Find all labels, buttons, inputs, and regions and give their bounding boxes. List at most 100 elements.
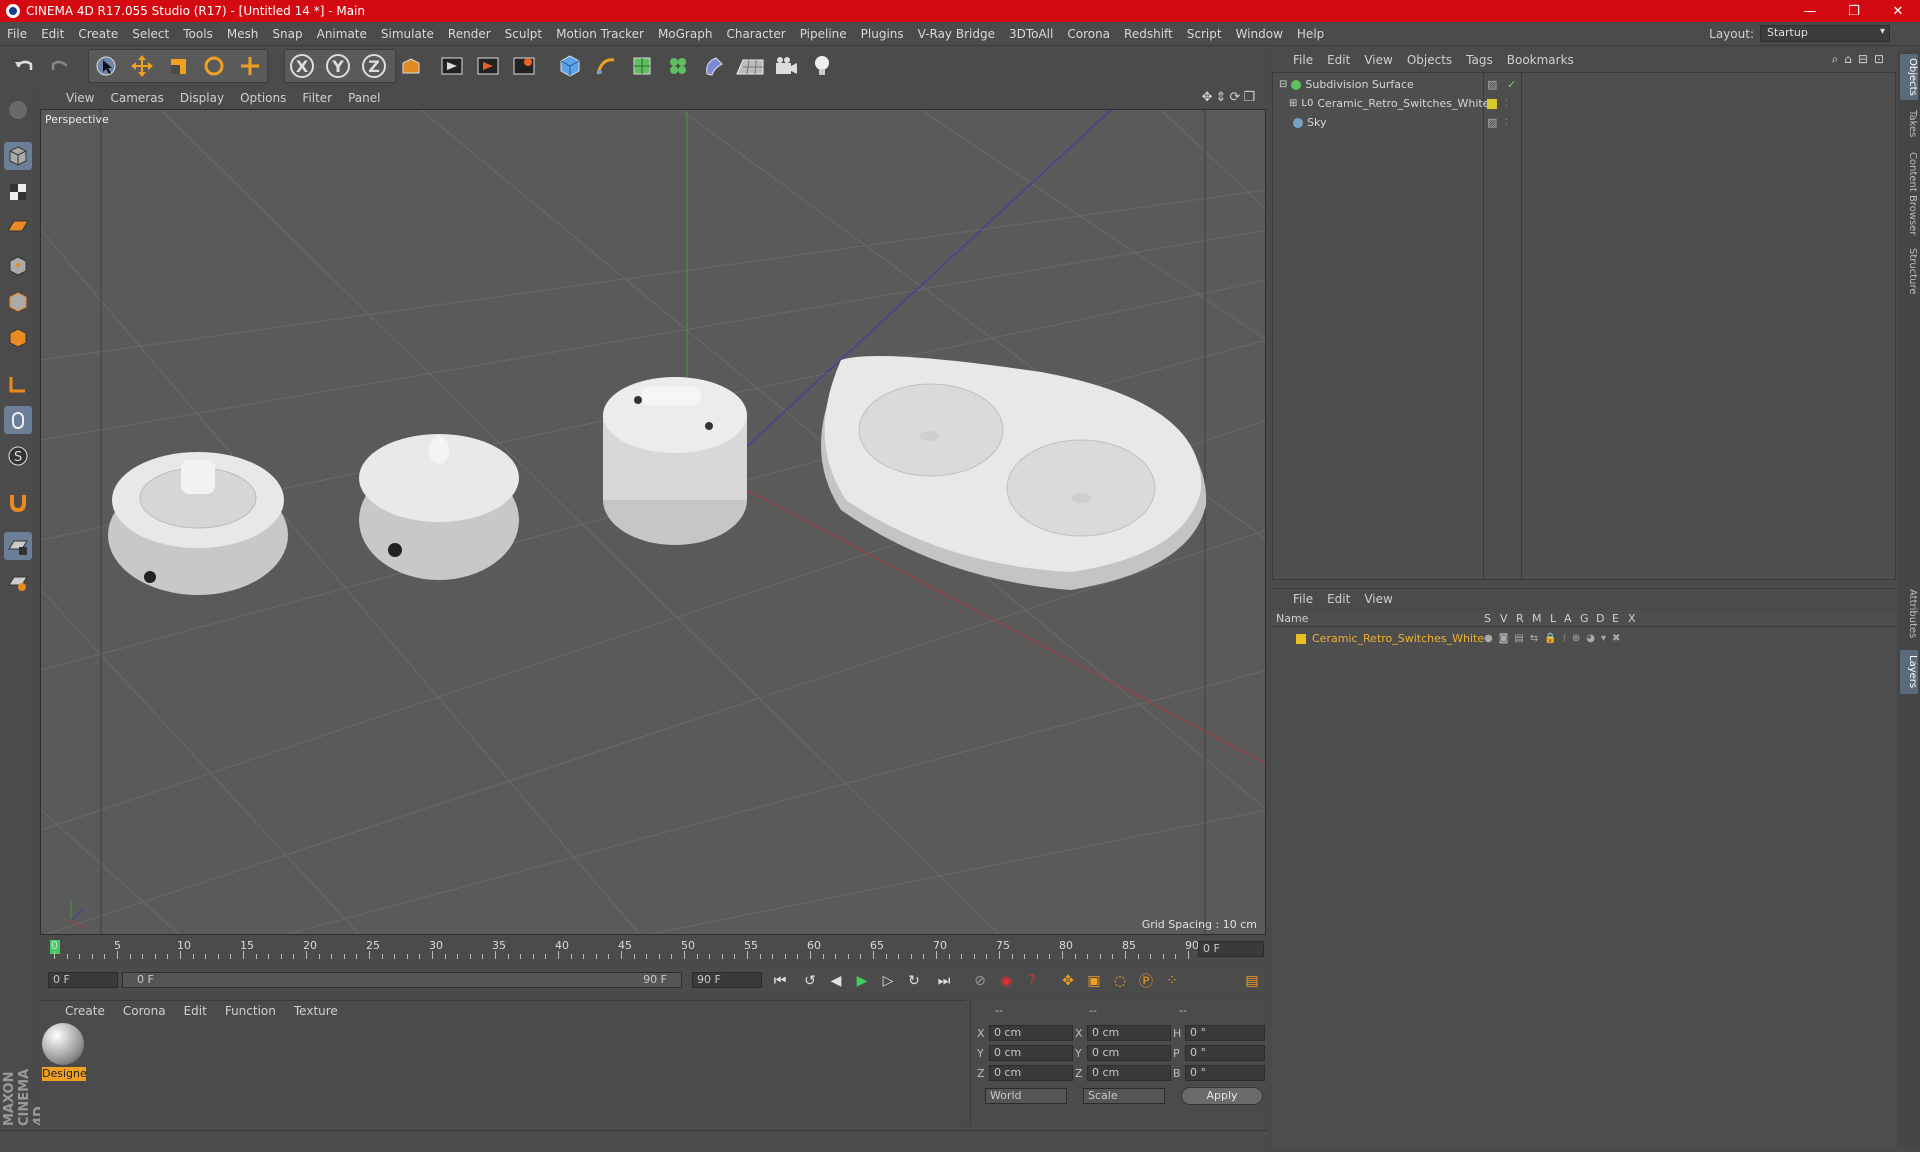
layer-col-deformers[interactable]: D: [1596, 612, 1604, 625]
material-menu-texture[interactable]: Texture: [285, 1004, 347, 1018]
current-frame-field[interactable]: 0 F: [1198, 941, 1264, 957]
floor-icon[interactable]: [734, 50, 766, 82]
timeline-window-icon[interactable]: ▤: [1240, 969, 1264, 993]
menu-animate[interactable]: Animate: [310, 27, 374, 41]
object-menu-objects[interactable]: Objects: [1400, 53, 1459, 67]
axis-mode-icon[interactable]: [4, 370, 32, 398]
render-to-picture-viewer-icon[interactable]: [472, 50, 504, 82]
minimize-button[interactable]: —: [1788, 0, 1832, 22]
visibility-dots-icon[interactable]: ⁚: [1505, 118, 1508, 127]
snap-magnet-icon[interactable]: [4, 488, 32, 516]
viewport-nav-icons[interactable]: ✥⇕⟳❐: [1202, 90, 1258, 105]
start-frame-field[interactable]: 0 F: [48, 972, 118, 988]
previous-key-icon[interactable]: ↺: [798, 969, 822, 993]
size-z-field[interactable]: 0 cm: [1087, 1065, 1171, 1081]
keyframe-selection-icon[interactable]: ?: [1020, 969, 1044, 993]
layer-col-render[interactable]: R: [1516, 612, 1524, 625]
menu-file[interactable]: File: [0, 27, 34, 41]
preview-range-slider[interactable]: 0 F 90 F: [122, 972, 682, 988]
menu-character[interactable]: Character: [719, 27, 792, 41]
menu-mograph[interactable]: MoGraph: [651, 27, 720, 41]
viewport-menu-options[interactable]: Options: [232, 91, 294, 105]
redo-icon[interactable]: [44, 50, 76, 82]
coordinate-system-icon[interactable]: [394, 50, 426, 82]
layer-col-animation[interactable]: A: [1564, 612, 1572, 625]
pen-icon[interactable]: [590, 50, 622, 82]
layer-color-swatch[interactable]: [1296, 633, 1306, 644]
object-row-subdivision-surface[interactable]: ⊟ Subdivision Surface ▨ ✓: [1273, 75, 1893, 94]
light-icon[interactable]: [806, 50, 838, 82]
next-frame-icon[interactable]: ▷: [876, 969, 900, 993]
position-x-field[interactable]: 0 cm: [989, 1025, 1073, 1041]
z-axis-lock-icon[interactable]: Z: [358, 50, 390, 82]
material-menu-edit[interactable]: Edit: [175, 1004, 216, 1018]
camera-icon[interactable]: [770, 50, 802, 82]
menu-corona[interactable]: Corona: [1060, 27, 1117, 41]
object-menu-edit[interactable]: Edit: [1320, 53, 1357, 67]
edit-render-settings-icon[interactable]: [508, 50, 540, 82]
menu-vray-bridge[interactable]: V-Ray Bridge: [911, 27, 1002, 41]
timeline-ruler[interactable]: 0 5 10 15 20 25 30 35 40 45 50 55 60 65 70 75 80 85 90 0 F: [44, 938, 1268, 960]
layer-menu-file[interactable]: File: [1286, 592, 1320, 606]
previous-frame-icon[interactable]: ◀: [824, 969, 848, 993]
viewport-menu-display[interactable]: Display: [172, 91, 232, 105]
make-editable-icon[interactable]: [4, 96, 32, 124]
tab-attributes[interactable]: Attributes: [1900, 584, 1918, 644]
object-menu-view[interactable]: View: [1357, 53, 1399, 67]
menu-sculpt[interactable]: Sculpt: [498, 27, 549, 41]
menu-pipeline[interactable]: Pipeline: [793, 27, 854, 41]
layout-dropdown[interactable]: Startup: [1760, 25, 1890, 42]
layer-color-swatch[interactable]: [1487, 98, 1497, 109]
go-to-start-icon[interactable]: ⏮: [768, 969, 792, 993]
object-menu-file[interactable]: File: [1286, 53, 1320, 67]
deformer-icon[interactable]: [698, 50, 730, 82]
scale-icon[interactable]: [162, 50, 194, 82]
parameter-key-icon[interactable]: Ⓟ: [1134, 969, 1158, 993]
tweak-mode-icon[interactable]: [4, 406, 32, 434]
menu-create[interactable]: Create: [71, 27, 125, 41]
menu-mesh[interactable]: Mesh: [220, 27, 266, 41]
edges-mode-icon[interactable]: [4, 288, 32, 316]
rotation-p-field[interactable]: 0 °: [1185, 1045, 1265, 1061]
layer-menu-edit[interactable]: Edit: [1320, 592, 1357, 606]
menu-help[interactable]: Help: [1290, 27, 1331, 41]
position-key-icon[interactable]: ✥: [1056, 969, 1080, 993]
layer-col-view[interactable]: V: [1500, 612, 1508, 625]
viewport-menu-filter[interactable]: Filter: [294, 91, 340, 105]
object-row-ceramic-retro-switches[interactable]: ⊞ L0 Ceramic_Retro_Switches_White ⁚: [1273, 94, 1893, 113]
coordinate-mode-dropdown[interactable]: World: [985, 1088, 1067, 1104]
perspective-viewport[interactable]: Perspective Grid Spacing : 10 cm: [40, 109, 1266, 935]
visibility-dots-icon[interactable]: ⁚: [1505, 99, 1508, 108]
menu-window[interactable]: Window: [1229, 27, 1290, 41]
object-menu-bookmarks[interactable]: Bookmarks: [1500, 53, 1581, 67]
rotation-key-icon[interactable]: ◌: [1108, 969, 1132, 993]
layer-menu-view[interactable]: View: [1357, 592, 1399, 606]
move-icon[interactable]: [126, 50, 158, 82]
next-key-icon[interactable]: ↻: [902, 969, 926, 993]
apply-button[interactable]: Apply: [1181, 1087, 1263, 1105]
layer-col-generators[interactable]: G: [1580, 612, 1589, 625]
tab-content-browser[interactable]: Content Browser: [1900, 148, 1918, 240]
menu-tools[interactable]: Tools: [176, 27, 220, 41]
material-menu-create[interactable]: Create: [56, 1004, 114, 1018]
menu-motion-tracker[interactable]: Motion Tracker: [549, 27, 651, 41]
object-manager-toolbar-icons[interactable]: ⌕⌂⊟⊡: [1832, 52, 1890, 67]
layer-col-xref[interactable]: X: [1628, 612, 1636, 625]
tab-layers[interactable]: Layers: [1900, 650, 1918, 694]
undo-icon[interactable]: [8, 50, 40, 82]
layer-toggle-icons[interactable]: ●◙▤⇆🔒⁝⊕◕▾✖: [1484, 633, 1626, 644]
menu-render[interactable]: Render: [441, 27, 498, 41]
transform-mode-dropdown[interactable]: Scale: [1083, 1088, 1165, 1104]
model-mode-icon[interactable]: [4, 142, 32, 170]
enabled-check-icon[interactable]: ✓: [1507, 78, 1516, 91]
grid-snap-icon[interactable]: [4, 568, 32, 596]
tab-takes[interactable]: Takes: [1900, 104, 1918, 144]
go-to-end-icon[interactable]: ⏭: [932, 969, 956, 993]
rotate-icon[interactable]: [198, 50, 230, 82]
tab-objects[interactable]: Objects: [1900, 54, 1918, 100]
record-keys-icon[interactable]: ⊘: [968, 969, 992, 993]
menu-redshift[interactable]: Redshift: [1117, 27, 1180, 41]
points-mode-icon[interactable]: [4, 252, 32, 280]
layer-col-manager[interactable]: M: [1532, 612, 1542, 625]
size-x-field[interactable]: 0 cm: [1087, 1025, 1171, 1041]
